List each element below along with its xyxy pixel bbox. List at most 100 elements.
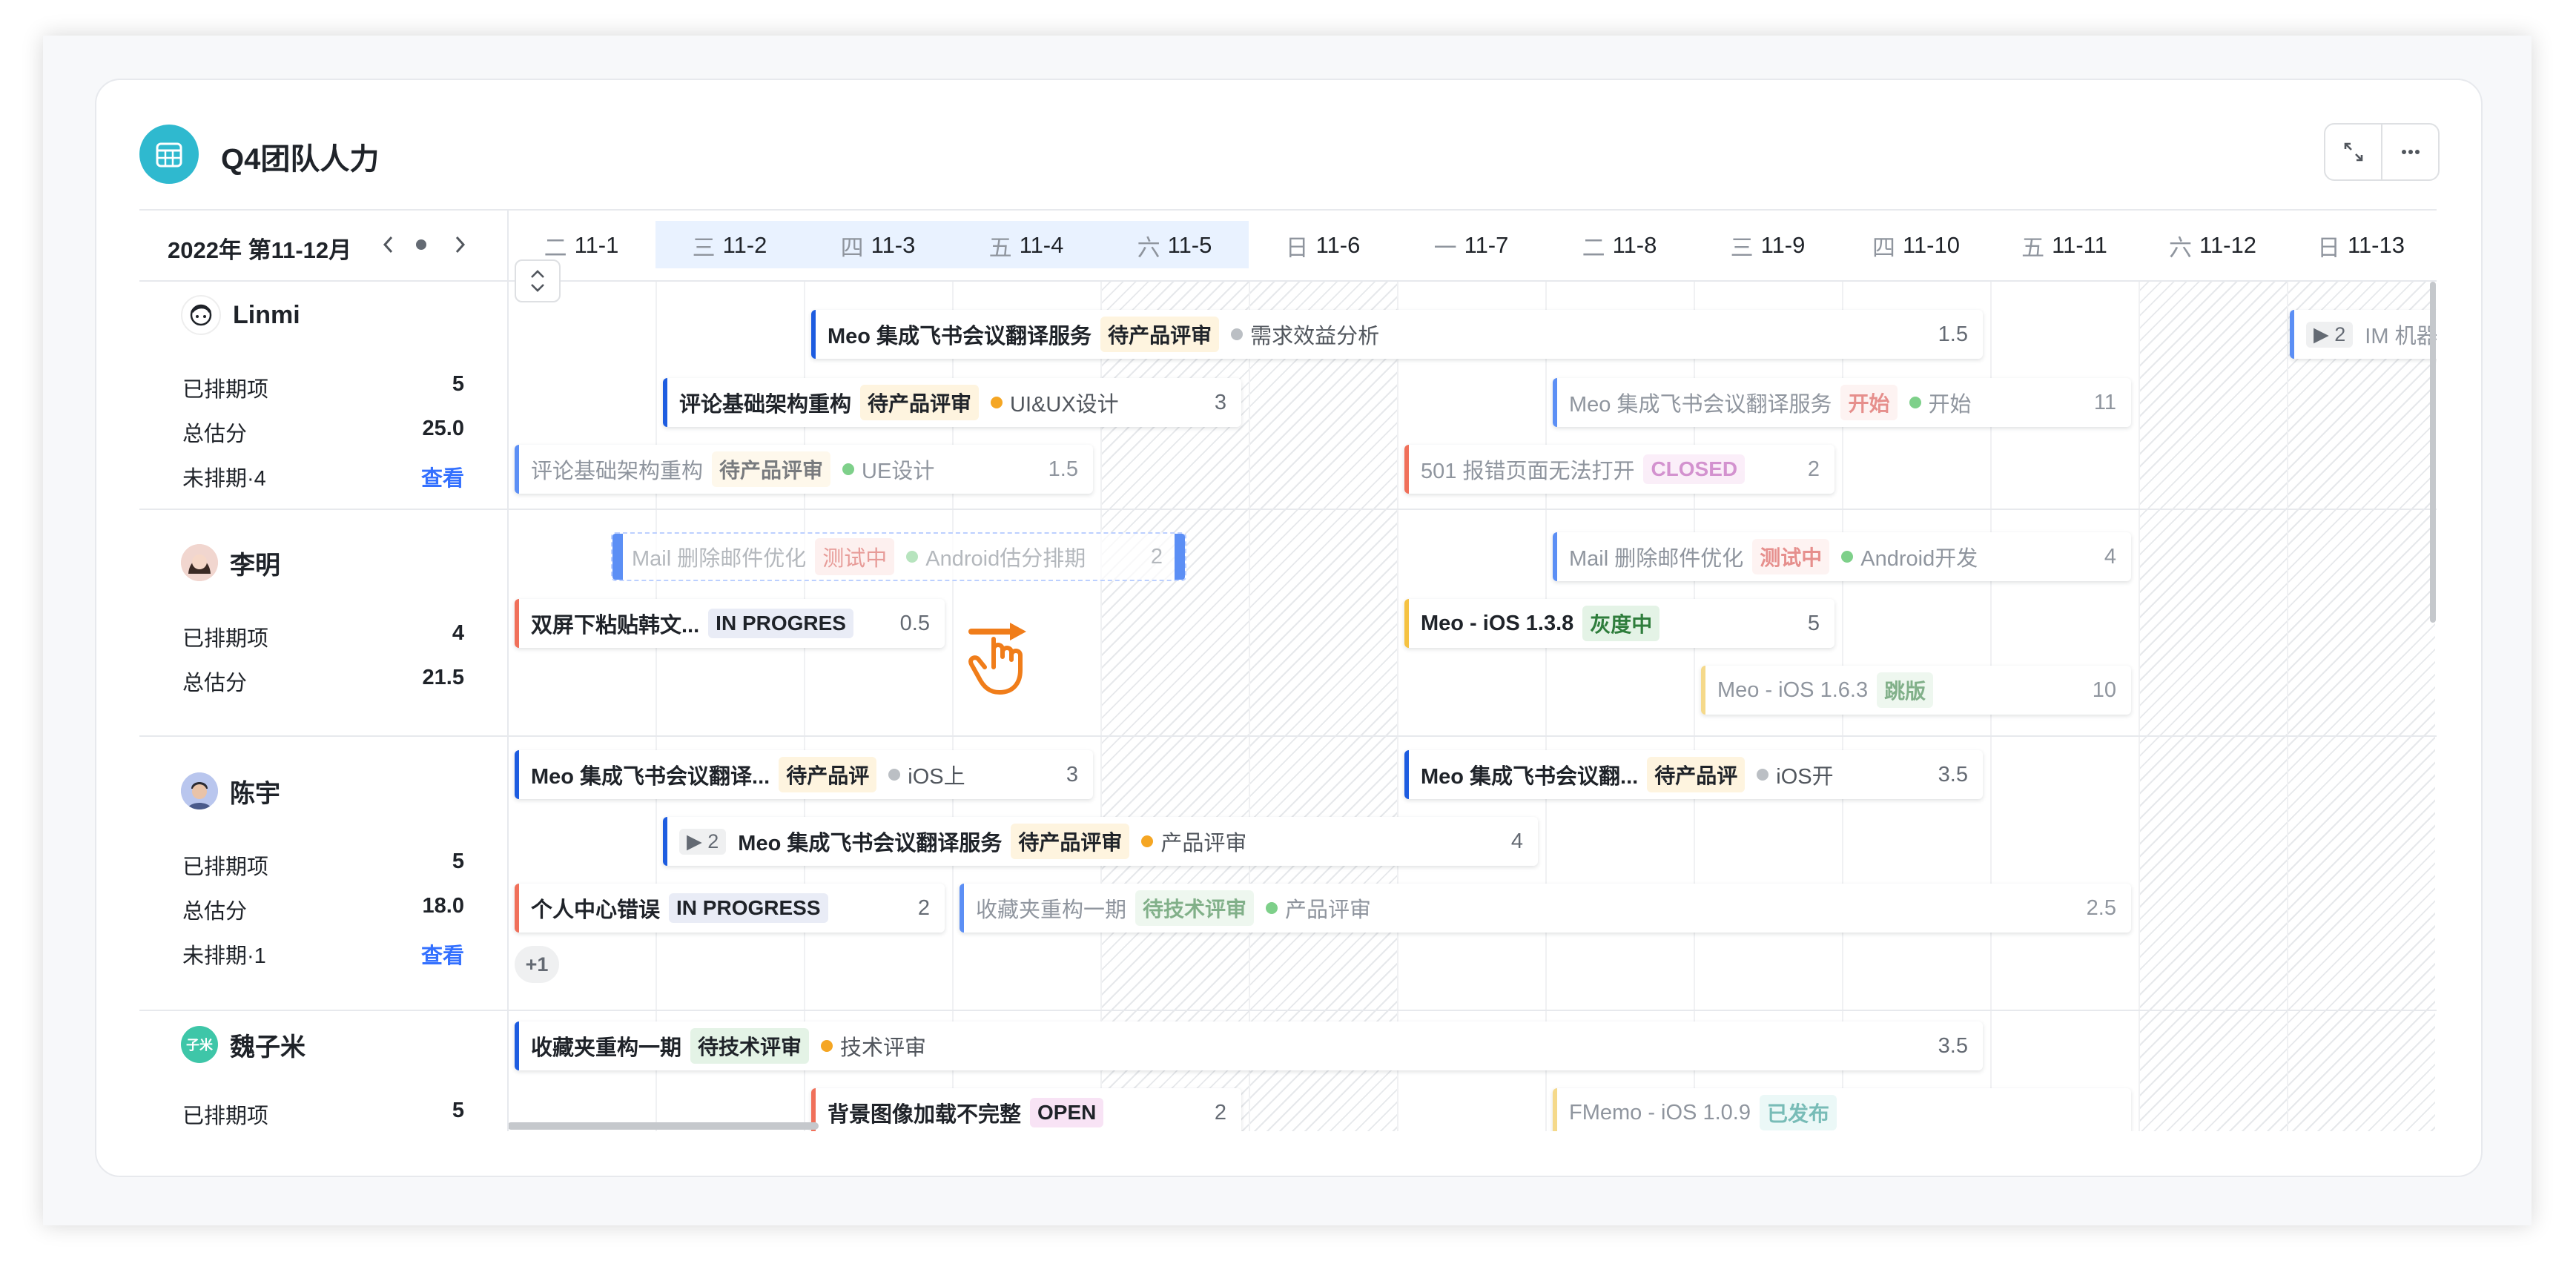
task-bar[interactable]: Mail 删除邮件优化 测试中 Android开发 4 [1553,532,2131,581]
toolbar [2324,123,2440,181]
date-cell[interactable]: 三 11-9 [1694,211,1842,280]
avatar-initials-icon: 子米 [181,1026,218,1063]
chevron-right-icon [455,236,466,254]
task-bar[interactable]: Meo 集成飞书会议翻译服务 待产品评审 需求效益分析 1.5 [811,310,1983,359]
dot-icon [416,239,426,250]
stat-value: 5 [452,372,464,396]
stat-label: 已排期项 [182,855,269,879]
task-bar[interactable]: 评论基础架构重构 待产品评审 UE设计 1.5 [515,445,1093,494]
person-name[interactable]: 李明 [181,544,280,581]
row-divider [507,1010,2437,1011]
period-label: 2022年 第11-12月 [168,237,352,263]
more-tasks-button[interactable]: +1 [515,946,559,983]
calendar-grid-icon [139,125,199,184]
view-link[interactable]: 查看 [421,938,464,970]
date-header: 二 11-1 三 11-2 四 11-3 五 11-4 六 11-5 日 11-6 一 11-… [507,211,2437,282]
person-name-text: 李明 [230,551,280,580]
page-title: Q4团队人力 [221,143,380,176]
date-cell[interactable]: 四 11-10 [1842,211,1990,280]
resize-handle-left[interactable] [612,534,623,580]
more-icon [2401,150,2420,154]
person-name[interactable]: Linmi [181,295,300,335]
date-cell[interactable]: 五 11-11 [1990,211,2139,280]
app-window: Q4团队人力 2022年 第11-12月 Linmi 已排期项 5 总估分 25… [43,36,2532,1225]
vertical-scrollbar[interactable] [2430,282,2436,623]
today-button[interactable] [405,225,437,264]
resource-card: Q4团队人力 2022年 第11-12月 Linmi 已排期项 5 总估分 25… [95,79,2483,1177]
timeline: 二 11-1 三 11-2 四 11-3 五 11-4 六 11-5 日 11-6 一 11-… [507,211,2437,1131]
chevron-left-icon [383,236,393,254]
date-cell[interactable]: 日 11-6 [1249,211,1397,280]
task-bar[interactable]: 501 报错页面无法打开 CLOSED 2 [1404,445,1834,494]
stat-row: 已排期项 5 [182,372,464,403]
task-bar[interactable]: 个人中心错误 IN PROGRESS 2 [515,884,945,933]
horizontal-scrollbar[interactable] [507,1122,819,1130]
dragging-task-bar[interactable]: Mail 删除邮件优化 测试中 Android估分排期 2 [611,532,1186,581]
people-column: 2022年 第11-12月 Linmi 已排期项 5 总估分 25.0 未排期·4 查… [139,211,509,1131]
task-bar[interactable]: 双屏下粘贴韩文... IN PROGRES 0.5 [515,599,945,648]
subtask-count[interactable]: ▶ 2 [679,828,727,855]
collapse-toggle-button[interactable] [515,259,561,302]
expand-button[interactable] [2325,125,2382,179]
stat-row: 未排期·1 查看 [182,938,464,970]
stat-row: 总估分 18.0 [182,894,464,925]
schedule-board: 2022年 第11-12月 Linmi 已排期项 5 总估分 25.0 未排期·4 查… [139,209,2437,1131]
stat-row: 总估分 25.0 [182,417,464,448]
task-bar[interactable]: FMemo - iOS 1.0.9 已发布 [1553,1088,2131,1131]
task-bar[interactable]: Meo - iOS 1.6.3 跳版 10 [1701,666,2131,715]
row-divider [139,735,507,737]
stat-value: 21.5 [422,666,464,689]
stat-label: 已排期项 [182,1105,269,1128]
view-link[interactable]: 查看 [421,461,464,492]
more-button[interactable] [2382,125,2438,179]
date-cell[interactable]: 三 11-2 [655,211,804,280]
person-name-text: Linmi [233,300,300,329]
task-bar[interactable]: Meo 集成飞书会议翻... 待产品评 iOS开 3.5 [1404,750,1983,799]
date-cell[interactable]: 五 11-4 [952,211,1100,280]
row-divider [139,509,507,510]
hand-cursor-icon [964,617,1046,702]
task-bar[interactable]: ▶ 2 IM 机器 [2290,310,2437,359]
stat-row: 总估分 21.5 [182,666,464,697]
expand-collapse-icon [531,270,544,292]
task-bar[interactable]: Meo 集成飞书会议翻译服务 开始 开始 11 [1553,378,2131,427]
date-cell[interactable]: 六 11-5 [1100,211,1249,280]
person-name[interactable]: 子米 魏子米 [181,1026,306,1063]
stat-value: 18.0 [422,894,464,918]
row-divider [507,735,2437,737]
date-cell[interactable]: 一 11-7 [1397,211,1545,280]
stat-row: 已排期项 5 [182,1099,464,1130]
avatar-photo-icon [181,772,218,809]
next-period-button[interactable] [443,225,476,264]
task-bar[interactable]: 背景图像加载不完整 OPEN 2 [811,1088,1241,1131]
prev-period-button[interactable] [372,225,405,264]
stat-label: 已排期项 [182,378,269,402]
person-name[interactable]: 陈宇 [181,772,280,809]
task-bar[interactable]: 收藏夹重构一期 待技术评审 技术评审 3.5 [515,1021,1983,1070]
date-cell[interactable]: 四 11-3 [804,211,952,280]
subtask-count[interactable]: ▶ 2 [2306,321,2354,348]
person-name-text: 魏子米 [230,1033,306,1062]
stat-label: 未排期·1 [182,944,266,968]
task-bar[interactable]: 评论基础架构重构 待产品评审 UI&UX设计 3 [663,378,1241,427]
row-divider [139,280,507,282]
stat-label: 总估分 [182,672,248,695]
task-bar[interactable]: ▶ 2 Meo 集成飞书会议翻译服务 待产品评审 产品评审 4 [663,817,1538,866]
date-cell[interactable]: 日 11-13 [2287,211,2435,280]
avatar-face-icon [181,295,221,335]
stat-row: 未排期·4 查看 [182,461,464,492]
person-name-text: 陈宇 [230,779,280,808]
resize-handle-right[interactable] [1175,534,1185,580]
avatar-photo-icon [181,544,218,581]
row-divider [507,509,2437,510]
task-bar[interactable]: Meo - iOS 1.3.8 灰度中 5 [1404,599,1834,648]
task-bar[interactable]: 收藏夹重构一期 待技术评审 产品评审 2.5 [960,884,2131,933]
row-divider [139,1010,507,1011]
stat-value: 25.0 [422,417,464,440]
stat-row: 已排期项 4 [182,621,464,652]
stat-value: 4 [452,621,464,645]
date-cell[interactable]: 六 11-12 [2139,211,2287,280]
date-cell[interactable]: 二 11-8 [1545,211,1694,280]
task-bar[interactable]: Meo 集成飞书会议翻译... 待产品评 iOS上 3 [515,750,1093,799]
stat-label: 总估分 [182,900,248,924]
